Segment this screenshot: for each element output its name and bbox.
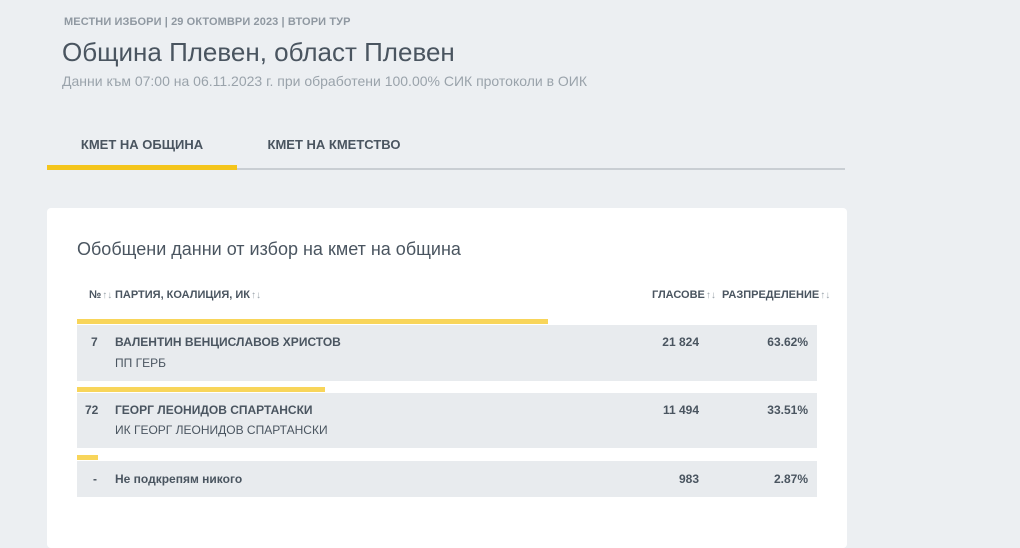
share-bar: [77, 455, 99, 460]
candidate-party: ИК ГЕОРГ ЛЕОНИДОВ СПАРТАНСКИ: [115, 423, 328, 437]
votes-value: 11 494: [662, 403, 699, 417]
share-bar: [77, 387, 325, 392]
card-title: Обобщени данни от избор на кмет на общин…: [77, 239, 461, 259]
share-value: 63.62%: [767, 335, 808, 349]
sort-arrows-icon: ↑↓: [820, 290, 831, 301]
column-header-num[interactable]: №↑↓: [89, 289, 112, 301]
tabs: КМЕТ НА ОБЩИНА КМЕТ НА КМЕТСТВО: [47, 120, 845, 170]
candidate-name: ВАЛЕНТИН ВЕНЦИСЛАВОВ ХРИСТОВ: [115, 335, 341, 349]
votes-value: 983: [678, 472, 699, 486]
candidate-party: ПП ГЕРБ: [115, 356, 166, 370]
page-subtitle: Данни към 07:00 на 06.11.2023 г. при обр…: [62, 73, 588, 89]
sort-arrows-icon: ↑↓: [705, 290, 716, 301]
tab-label: КМЕТ НА ОБЩИНА: [80, 136, 204, 152]
page-title: Община Плевен, област Плевен: [62, 37, 455, 67]
candidate-name: ГЕОРГ ЛЕОНИДОВ СПАРТАНСКИ: [115, 403, 313, 417]
active-tab-underline: [47, 165, 237, 170]
results-card: Обобщени данни от избор на кмет на общин…: [47, 208, 847, 548]
row-number: -: [93, 472, 97, 486]
election-meta: МЕСТНИ ИЗБОРИ | 29 ОКТОМВРИ 2023 | ВТОРИ…: [64, 16, 351, 28]
column-header-votes[interactable]: ГЛАСОВЕ↑↓: [652, 289, 716, 301]
tab-label: КМЕТ НА КМЕТСТВО: [267, 136, 401, 152]
table-row: 72 ГЕОРГ ЛЕОНИДОВ СПАРТАНСКИ ИК ГЕОРГ ЛЕ…: [77, 393, 817, 448]
candidate-name: Не подкрепям никого: [115, 472, 243, 486]
sort-arrows-icon: ↑↓: [102, 290, 113, 301]
share-bar: [77, 319, 548, 324]
column-header-share[interactable]: РАЗПРЕДЕЛЕНИЕ↑↓: [722, 289, 830, 301]
votes-value: 21 824: [662, 335, 699, 349]
sort-arrows-icon: ↑↓: [250, 290, 261, 301]
tab-mayor-municipality[interactable]: КМЕТ НА ОБЩИНА: [47, 120, 237, 168]
column-header-party[interactable]: ПАРТИЯ, КОАЛИЦИЯ, ИК↑↓: [115, 289, 261, 301]
share-value: 33.51%: [767, 403, 808, 417]
tab-mayor-town-hall[interactable]: КМЕТ НА КМЕТСТВО: [237, 120, 431, 168]
row-number: 7: [91, 335, 98, 349]
row-number: 72: [85, 403, 99, 417]
table-row: 7 ВАЛЕНТИН ВЕНЦИСЛАВОВ ХРИСТОВ ПП ГЕРБ 2…: [77, 325, 817, 381]
share-value: 2.87%: [773, 472, 808, 486]
table-row: - Не подкрепям никого 983 2.87%: [77, 461, 817, 497]
